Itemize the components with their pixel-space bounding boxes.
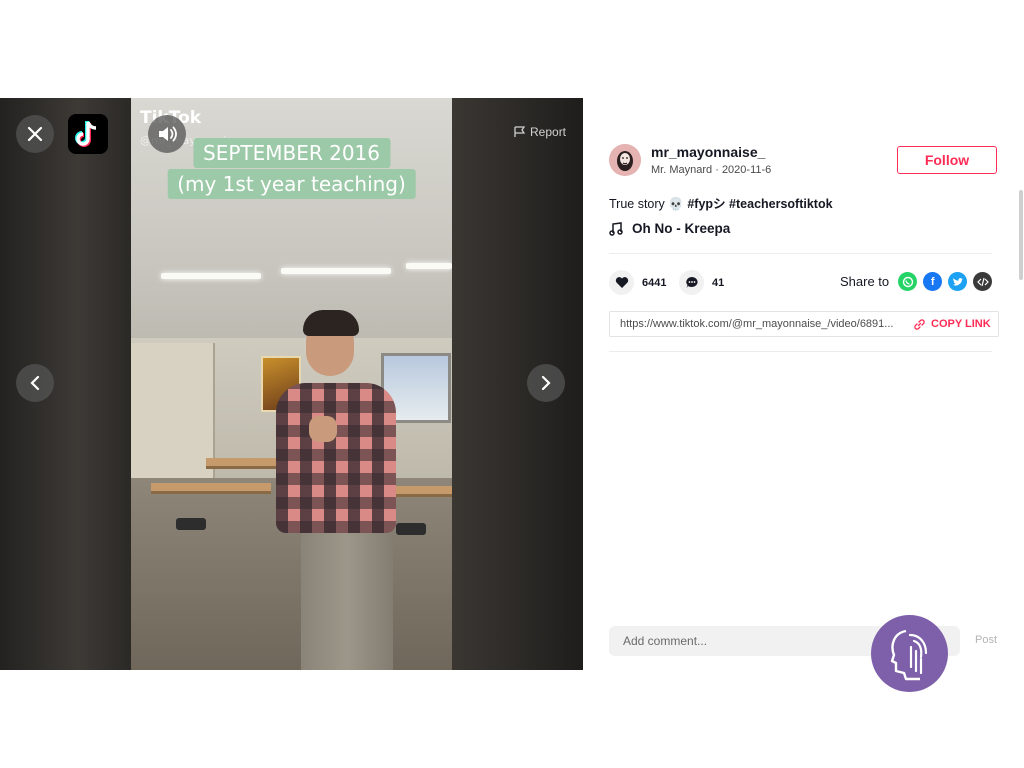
assistant-badge[interactable] <box>871 615 948 692</box>
next-video-button[interactable] <box>527 364 565 402</box>
desk <box>151 483 271 494</box>
video-overlay-text: SEPTEMBER 2016 <box>192 138 391 168</box>
close-button[interactable] <box>16 115 54 153</box>
embed-icon[interactable] <box>973 272 993 291</box>
comment-button[interactable]: 41 <box>679 270 724 295</box>
divider <box>609 351 992 352</box>
classroom-cabinet <box>131 343 215 483</box>
avatar[interactable] <box>609 144 641 176</box>
share-link-url[interactable]: https://www.tiktok.com/@mr_mayonnaise_/v… <box>610 318 908 330</box>
follow-button[interactable]: Follow <box>897 146 997 174</box>
flag-icon <box>514 126 525 137</box>
scrollbar[interactable] <box>1019 190 1023 280</box>
music-note-icon <box>609 221 623 236</box>
facebook-icon[interactable]: f <box>923 272 943 291</box>
share-link-box: https://www.tiktok.com/@mr_mayonnaise_/v… <box>609 311 999 337</box>
video-overlay-text: (my 1st year teaching) <box>167 169 416 199</box>
chair <box>176 518 206 530</box>
ceiling-light <box>406 263 452 269</box>
report-button[interactable]: Report <box>514 125 566 139</box>
chevron-right-icon <box>541 375 551 391</box>
music-title: Oh No - Kreepa <box>632 221 731 236</box>
music-link[interactable]: Oh No - Kreepa <box>609 221 730 236</box>
tiktok-logo[interactable] <box>68 114 108 154</box>
author-username[interactable]: mr_mayonnaise_ <box>651 144 765 160</box>
share-bar: Share to f <box>840 272 993 291</box>
details-panel <box>583 98 1024 670</box>
twitter-icon[interactable] <box>948 272 968 291</box>
post-date: 2020-11-6 <box>721 164 772 176</box>
author-display-name: Mr. Maynard <box>651 164 713 176</box>
previous-video-button[interactable] <box>16 364 54 402</box>
caption-text: True story <box>609 197 665 211</box>
copy-link-label: COPY LINK <box>931 318 991 330</box>
volume-button[interactable] <box>148 115 186 153</box>
person-hand <box>309 416 337 442</box>
chair <box>396 523 426 535</box>
whatsapp-icon[interactable] <box>898 272 918 291</box>
post-caption: True story 💀 #fypシ #teachersoftiktok <box>609 193 833 212</box>
like-button[interactable]: 6441 <box>609 270 666 295</box>
link-icon <box>914 318 925 330</box>
share-label: Share to <box>840 274 890 289</box>
video-pane: TikTok @mr_mayonnaise_ SEPTEMBER 2016 (m… <box>0 98 583 670</box>
ceiling-light <box>161 273 261 279</box>
person-pants <box>301 528 393 670</box>
post-button[interactable]: Post <box>975 634 997 646</box>
like-count: 6441 <box>642 276 667 289</box>
divider <box>609 253 992 254</box>
person-shirt <box>276 383 396 533</box>
heart-icon <box>609 270 634 295</box>
hashtag-link[interactable]: #teachersoftiktok <box>729 197 833 211</box>
comment-count: 41 <box>712 276 725 289</box>
tiktok-logo-icon <box>75 121 97 147</box>
face-profile-icon <box>890 629 927 680</box>
comment-placeholder: Add comment... <box>623 634 708 648</box>
volume-icon <box>159 126 177 142</box>
report-label: Report <box>530 125 567 139</box>
close-icon <box>27 126 43 142</box>
caption-emoji: 💀 <box>668 197 684 211</box>
avatar-image <box>609 144 641 176</box>
meta-separator: · <box>715 164 722 176</box>
person-hair <box>303 310 359 336</box>
comment-icon <box>679 270 704 295</box>
video-player[interactable]: TikTok @mr_mayonnaise_ SEPTEMBER 2016 (m… <box>131 98 452 670</box>
author-meta: Mr. Maynard · 2020-11-6 <box>651 164 771 176</box>
copy-link-button[interactable]: COPY LINK <box>914 318 991 330</box>
ceiling-light <box>281 268 391 274</box>
chevron-left-icon <box>30 375 40 391</box>
hashtag-link[interactable]: #fypシ <box>687 197 725 211</box>
